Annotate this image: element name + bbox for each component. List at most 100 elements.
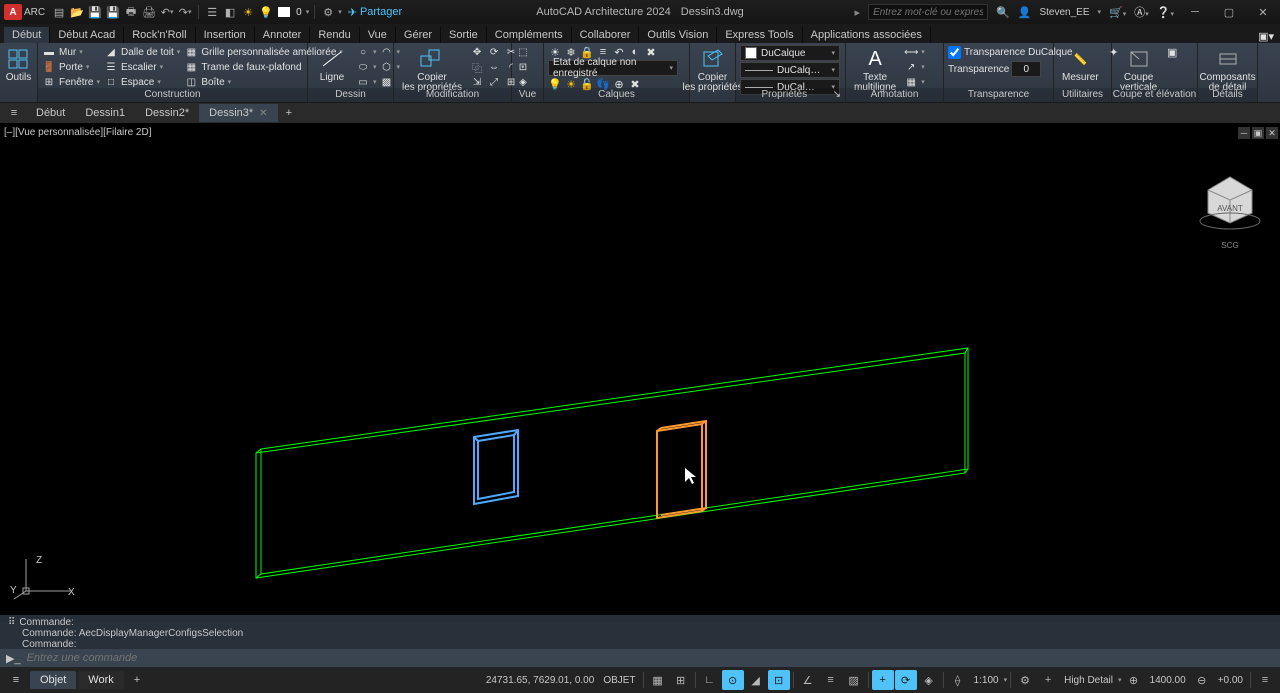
bulb-icon[interactable]: 💡 <box>258 4 274 20</box>
cart-icon[interactable]: 🛒▾ <box>1109 6 1126 19</box>
doctab-debut[interactable]: Début <box>26 104 75 122</box>
drawing-viewport[interactable]: [–][Vue personnalisée][Filaire 2D] ─ ▣ ✕ <box>0 123 1280 623</box>
mirror-icon[interactable]: ⇔ <box>487 60 501 74</box>
layer-dropdown-arrow[interactable]: ▾ <box>306 8 310 16</box>
mesurer-button[interactable]: 📏 Mesurer <box>1058 45 1103 85</box>
move-icon[interactable]: ✥ <box>470 45 484 59</box>
espace-button[interactable]: □Espace▾ <box>104 75 180 89</box>
panel-title-calques[interactable]: Calques <box>544 88 689 102</box>
dyn-input-toggle[interactable]: + <box>872 670 894 690</box>
new-icon[interactable]: ▤ <box>51 4 67 20</box>
copy-icon[interactable]: ⿻ <box>470 60 484 74</box>
app-logo-icon[interactable]: A <box>4 4 22 20</box>
tab-insertion[interactable]: Insertion <box>196 27 255 43</box>
dalle-button[interactable]: ◢Dalle de toit▾ <box>104 45 180 59</box>
match-icon[interactable]: ◧ <box>222 4 238 20</box>
cmd-grip-icon[interactable]: ⠿ <box>8 617 15 628</box>
trans-checkbox[interactable] <box>948 46 961 59</box>
elevation-display[interactable]: 1400.00 <box>1146 675 1190 686</box>
tab-debut[interactable]: Début <box>4 27 50 43</box>
tab-complements[interactable]: Compléments <box>487 27 572 43</box>
leader-icon[interactable]: ↗ <box>904 60 918 74</box>
dim-linear-icon[interactable]: ⟷ <box>904 45 918 59</box>
panel-title-dessin[interactable]: Dessin <box>308 88 393 102</box>
close-tab-icon[interactable]: ✕ <box>259 108 267 119</box>
tab-annoter[interactable]: Annoter <box>255 27 311 43</box>
polar-toggle[interactable]: ⊙ <box>722 670 744 690</box>
signin-icon[interactable]: 👤 <box>1018 6 1032 19</box>
panel-title-construction[interactable]: Construction <box>38 88 307 102</box>
fenetre-button[interactable]: ⊞Fenêtre▾ <box>42 75 100 89</box>
3dosnap-toggle[interactable]: ◈ <box>918 670 940 690</box>
tab-rocknroll[interactable]: Rock'n'Roll <box>124 27 195 43</box>
tab-vue[interactable]: Vue <box>360 27 396 43</box>
osnap-toggle[interactable]: ⊡ <box>768 670 790 690</box>
selection-cycle[interactable]: ⟳ <box>895 670 917 690</box>
rotate-icon[interactable]: ⟳ <box>487 45 501 59</box>
workspace-icon[interactable]: ⚙ <box>1014 670 1036 690</box>
search-icon[interactable]: 🔍 <box>996 6 1010 19</box>
share-button[interactable]: ✈ Partager <box>342 6 408 19</box>
table-icon[interactable]: ▦ <box>904 75 918 89</box>
command-input[interactable] <box>27 652 1274 664</box>
view-top-icon[interactable]: ⊡ <box>516 60 530 74</box>
ucs-icon[interactable]: Z X Y <box>10 553 80 603</box>
doctab-dessin3[interactable]: Dessin3*✕ <box>199 104 277 122</box>
porte-button[interactable]: 🚪Porte▾ <box>42 60 100 74</box>
ellipse-icon[interactable]: ⬭ <box>356 60 370 74</box>
cut-icon[interactable]: ⊖ <box>1191 670 1213 690</box>
ortho-toggle[interactable]: ∟ <box>699 670 721 690</box>
panel-title-vue[interactable]: Vue <box>512 88 543 102</box>
panel-title-proprietes[interactable]: Propriétés ↘ <box>736 88 845 102</box>
panel-title-utilitaires[interactable]: Utilitaires <box>1054 88 1111 102</box>
redo-icon[interactable]: ↷▾ <box>177 4 193 20</box>
app-menu-icon[interactable]: Ⓐ▾ <box>1134 4 1149 20</box>
elev-icon[interactable]: ⊕ <box>1123 670 1145 690</box>
layer-color-icon[interactable] <box>276 4 292 20</box>
color-combo[interactable]: DuCalque▾ <box>740 45 840 61</box>
plot-icon[interactable]: 🖶 <box>123 4 139 20</box>
layer-state-combo[interactable]: Etat de calque non enregistré▾ <box>548 60 678 76</box>
ligne-button[interactable]: Ligne <box>312 45 352 85</box>
customize-icon[interactable]: ≡ <box>1254 670 1276 690</box>
qat-layer-zero[interactable]: 0 <box>296 7 302 18</box>
tab-outils-vision[interactable]: Outils Vision <box>639 27 717 43</box>
tab-gerer[interactable]: Gérer <box>396 27 441 43</box>
tab-debut-acad[interactable]: Début Acad <box>50 27 124 43</box>
poly-icon[interactable]: ⬡ <box>380 60 394 74</box>
user-menu-arrow[interactable]: ▾ <box>1098 8 1102 16</box>
cut-display[interactable]: +0.00 <box>1214 675 1247 686</box>
layout-add-button[interactable]: + <box>126 674 148 686</box>
search-input[interactable] <box>868 4 988 20</box>
help-icon[interactable]: ❔▾ <box>1157 6 1174 19</box>
grid-toggle[interactable]: ▦ <box>647 670 669 690</box>
tool1-icon[interactable]: ⚙ <box>320 4 336 20</box>
panel-title-coupe[interactable]: Coupe et élévation <box>1112 88 1197 102</box>
tab-express-tools[interactable]: Express Tools <box>717 27 802 43</box>
print-icon[interactable]: 🖨 <box>141 4 157 20</box>
layout-tab-work[interactable]: Work <box>78 671 123 689</box>
anno-scale-icon[interactable]: ⟠ <box>947 670 969 690</box>
doctab-dessin2[interactable]: Dessin2* <box>135 104 199 122</box>
view-cube[interactable]: AVANT SCG <box>1190 163 1260 233</box>
mur-button[interactable]: ▬Mur▾ <box>42 45 100 59</box>
layout-tab-objet[interactable]: Objet <box>30 671 76 689</box>
transp-toggle[interactable]: ▨ <box>843 670 865 690</box>
space-mode[interactable]: OBJET <box>599 675 639 686</box>
save-icon[interactable]: 💾 <box>87 4 103 20</box>
tab-collaborer[interactable]: Collaborer <box>572 27 640 43</box>
open-icon[interactable]: 📂 <box>69 4 85 20</box>
minimize-button[interactable]: ─ <box>1182 2 1208 22</box>
close-button[interactable]: ✕ <box>1250 2 1276 22</box>
maximize-button[interactable]: ▢ <box>1216 2 1242 22</box>
panel-title-transparence[interactable]: Transparence <box>944 88 1053 102</box>
view3d-icon[interactable]: ⬚ <box>516 45 530 59</box>
doctab-dessin1[interactable]: Dessin1 <box>75 104 135 122</box>
iso-toggle[interactable]: ◢ <box>745 670 767 690</box>
elev-icon[interactable]: ▣ <box>1165 45 1179 59</box>
linetype-combo[interactable]: DuCalq…▾ <box>740 62 840 78</box>
escalier-button[interactable]: ☰Escalier▾ <box>104 60 180 74</box>
command-history[interactable]: ⠿Commande: Commande: AecDisplayManagerCo… <box>0 615 1280 649</box>
panel-title-modification[interactable]: Modification <box>394 88 511 102</box>
arc-icon[interactable]: ◠ <box>380 45 394 59</box>
